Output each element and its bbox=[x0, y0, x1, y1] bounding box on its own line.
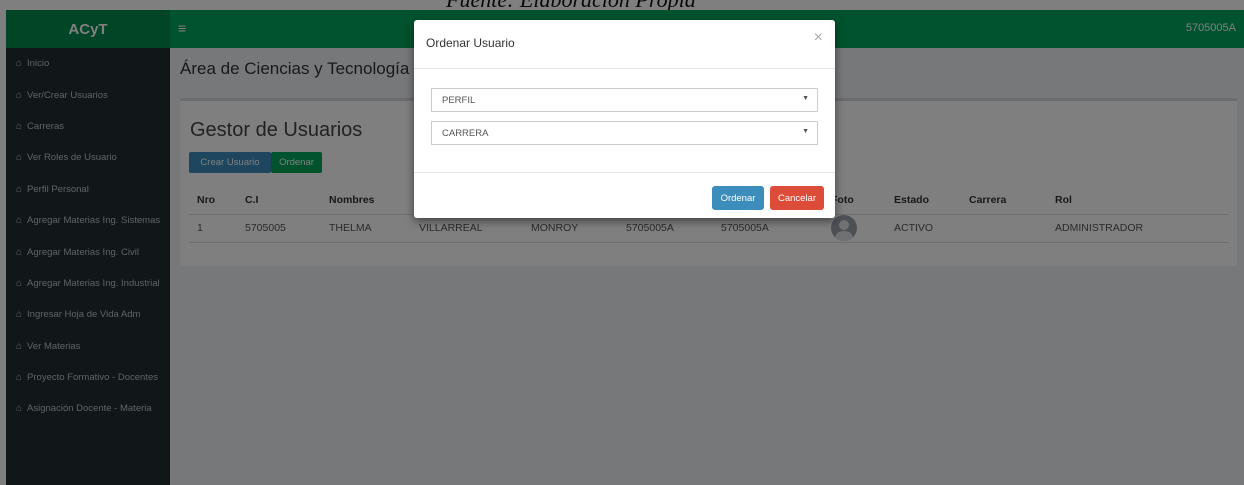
perfil-select[interactable]: PERFIL ▼ bbox=[431, 88, 818, 112]
carrera-select[interactable]: CARRERA ▼ bbox=[431, 121, 818, 145]
modal-order-button[interactable]: Ordenar bbox=[712, 186, 764, 210]
perfil-select-value: PERFIL bbox=[442, 94, 476, 106]
chevron-down-icon: ▼ bbox=[802, 95, 809, 102]
chevron-down-icon: ▼ bbox=[802, 128, 809, 135]
order-users-modal: Ordenar Usuario × PERFIL ▼ CARRERA ▼ Ord… bbox=[414, 20, 835, 218]
modal-divider bbox=[414, 172, 835, 173]
modal-cancel-button[interactable]: Cancelar bbox=[770, 186, 824, 210]
modal-divider bbox=[414, 68, 835, 69]
close-icon[interactable]: × bbox=[814, 29, 823, 47]
modal-title: Ordenar Usuario bbox=[426, 36, 515, 50]
carrera-select-value: CARRERA bbox=[442, 127, 489, 139]
